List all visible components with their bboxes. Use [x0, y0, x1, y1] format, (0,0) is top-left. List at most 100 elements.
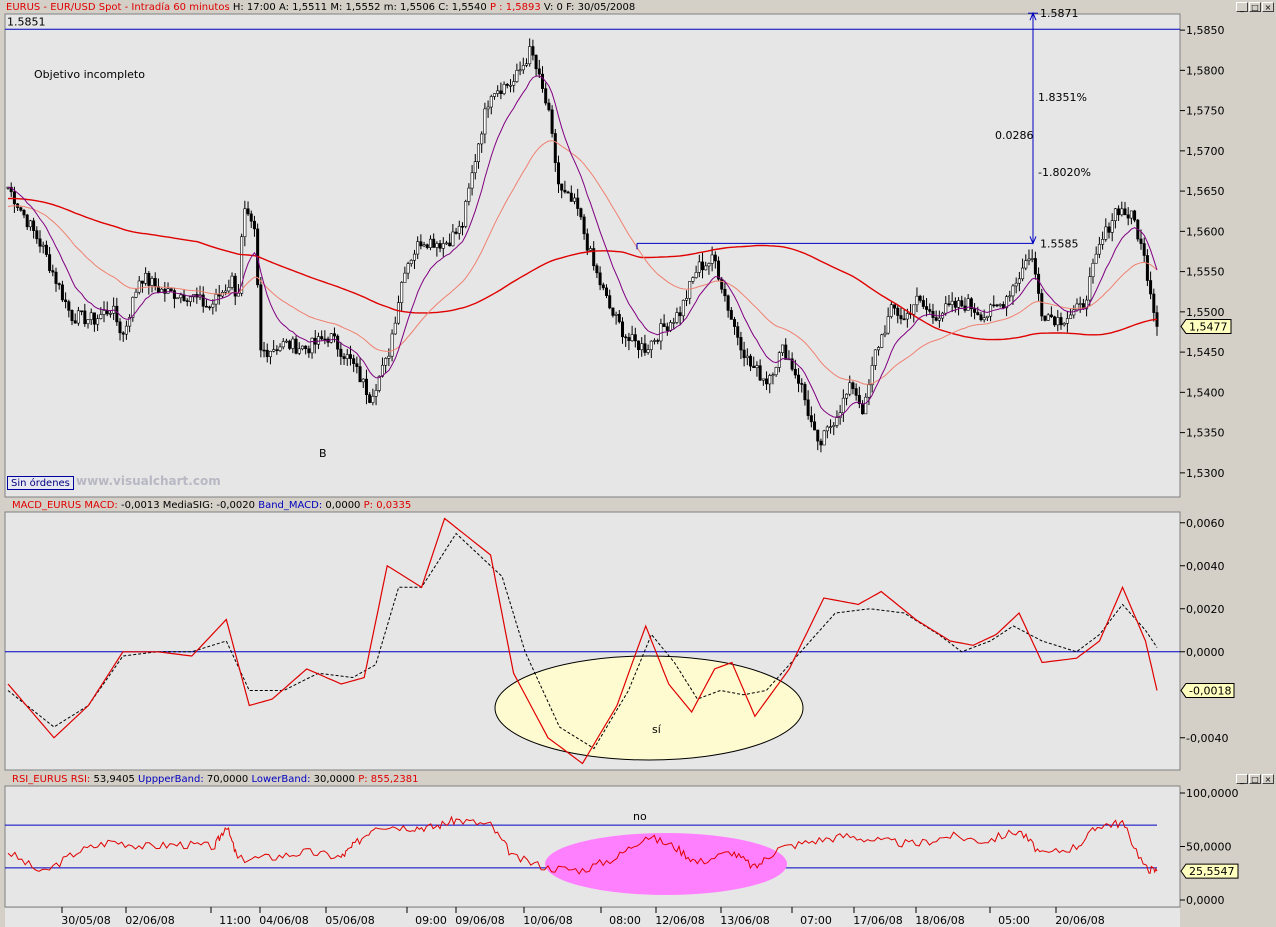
candle-body — [1014, 282, 1018, 287]
candle-body — [681, 299, 685, 317]
candle-body — [406, 263, 410, 274]
candle-body — [688, 281, 692, 299]
candle-body — [470, 172, 474, 189]
candle-body — [1078, 303, 1082, 305]
candle-body — [265, 349, 269, 358]
candle-body — [678, 312, 682, 317]
x-tick-label: 08:00 — [609, 914, 641, 927]
candle-body — [1139, 238, 1143, 244]
candle-body — [643, 343, 647, 353]
candle-body — [672, 322, 676, 324]
candle-body — [486, 106, 490, 110]
candle-body — [816, 429, 820, 442]
candle-body — [614, 313, 618, 316]
candle-body — [307, 348, 311, 354]
candle-body — [793, 368, 797, 376]
candle-body — [208, 306, 212, 309]
candle-body — [1069, 314, 1073, 319]
candle-body — [640, 343, 644, 351]
candle-body — [492, 93, 496, 97]
candle-body — [64, 299, 68, 302]
candle-body — [83, 310, 87, 325]
candle-body — [425, 244, 429, 248]
price-ytick-label: 1,5300 — [1186, 467, 1225, 480]
candle-body — [854, 388, 858, 396]
candle-body — [396, 302, 400, 324]
level-1585-label: 1.5851 — [7, 15, 46, 28]
candle-body — [925, 306, 929, 310]
candle-body — [1123, 208, 1127, 216]
candle-body — [227, 287, 231, 292]
candle-body — [1053, 316, 1057, 326]
candle-body — [1043, 315, 1047, 321]
candle-body — [825, 426, 829, 432]
price-ytick-label: 1,5800 — [1186, 64, 1225, 77]
candle-body — [781, 344, 785, 353]
candle-body — [1129, 210, 1133, 219]
candle-body — [985, 315, 989, 318]
chart-svg: 1,5850 1,5800 1,5750 1,5700 1,5650 1,5600 1,55… — [4, 7, 1239, 927]
candle-body — [883, 332, 887, 336]
candle-body — [252, 220, 256, 230]
sin-ordenes-badge[interactable]: Sin órdenes — [7, 476, 74, 490]
candle-body — [502, 83, 506, 94]
candle-body — [912, 304, 916, 315]
candle-body — [38, 238, 42, 247]
candle-body — [745, 355, 749, 359]
x-tick-label: 07:00 — [800, 914, 832, 927]
candle-body — [665, 326, 669, 331]
candle-body — [752, 365, 756, 369]
candle-body — [1104, 226, 1108, 240]
candle-body — [348, 354, 352, 359]
candle-body — [579, 208, 583, 218]
candle-body — [288, 340, 292, 349]
candle-body — [697, 261, 701, 273]
rsi-ellipse-label: no — [633, 810, 647, 823]
candle-body — [886, 316, 890, 334]
candle-body — [566, 191, 570, 194]
candle-body — [928, 309, 932, 312]
candle-body — [246, 208, 250, 215]
candle-body — [1030, 258, 1034, 260]
candle-body — [147, 272, 151, 286]
candle-body — [371, 395, 375, 403]
candle-body — [877, 347, 881, 351]
candle-body — [115, 305, 119, 323]
candle-body — [99, 314, 103, 319]
candle-body — [851, 382, 855, 389]
candle-body — [134, 291, 138, 298]
price-ytick-label: 1,5750 — [1186, 105, 1225, 118]
candle-body — [339, 348, 343, 357]
candle-body — [336, 335, 340, 350]
candle-body — [979, 314, 983, 321]
candle-body — [505, 83, 509, 86]
b-mark-label: B — [319, 447, 327, 460]
candle-body — [400, 282, 404, 303]
candle-body — [432, 238, 436, 248]
candle-body — [483, 108, 487, 135]
candle-body — [102, 310, 106, 315]
candle-body — [784, 344, 788, 360]
candle-body — [806, 399, 810, 416]
candle-body — [553, 133, 557, 164]
candle-body — [211, 303, 215, 308]
candle-body — [813, 421, 817, 431]
candle-body — [204, 305, 208, 308]
level-1587-label: 1.5871 — [1040, 7, 1079, 20]
x-tick-label: 05/06/08 — [325, 914, 374, 927]
candle-body — [44, 244, 48, 255]
candle-body — [742, 349, 746, 359]
price-ytick-label: 1,5550 — [1186, 266, 1225, 279]
candle-body — [694, 272, 698, 278]
candle-body — [230, 275, 234, 288]
candle-body — [422, 244, 426, 247]
candle-body — [973, 308, 977, 313]
macd-ellipse — [494, 655, 804, 761]
candle-body — [70, 310, 74, 322]
candle-body — [137, 280, 141, 293]
candle-body — [995, 304, 999, 307]
candle-body — [140, 280, 144, 284]
candle-body — [323, 338, 327, 341]
candle-body — [902, 318, 906, 321]
candle-body — [457, 225, 461, 234]
